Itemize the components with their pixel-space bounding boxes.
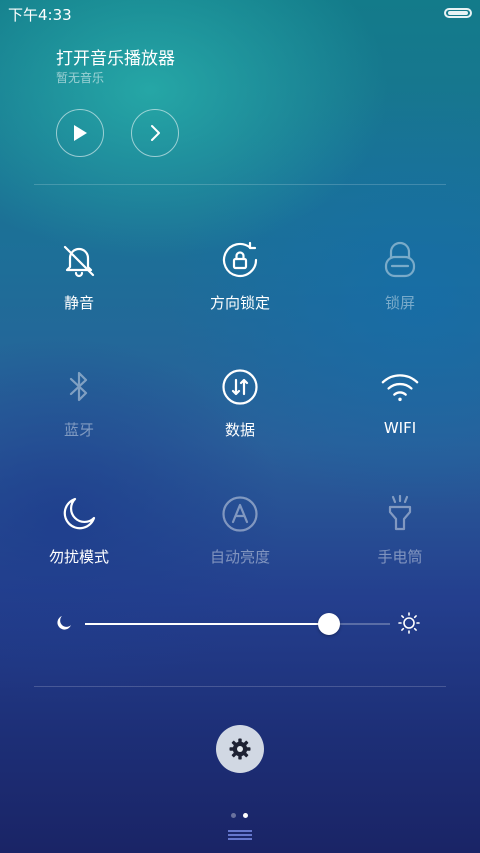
gear-icon	[229, 738, 251, 760]
drag-handle-icon[interactable]	[228, 830, 252, 840]
toggle-label: 方向锁定	[209, 294, 270, 312]
music-title[interactable]: 打开音乐播放器	[56, 44, 175, 69]
toggle-label: WIFI	[383, 419, 417, 437]
toggle-rotation-lock[interactable]: 方向锁定	[165, 240, 315, 330]
toggle-auto-brightness[interactable]: 自动亮度	[165, 494, 315, 584]
toggle-label: 锁屏	[384, 294, 415, 312]
toggle-flashlight[interactable]: 手电筒	[325, 494, 475, 584]
bell-off-icon	[59, 240, 99, 280]
toggle-label: 勿扰模式	[48, 548, 109, 566]
rotation-lock-icon	[220, 240, 260, 280]
play-icon	[74, 125, 87, 141]
status-bar: 下午4:33	[0, 0, 480, 26]
toggle-wifi[interactable]: WIFI	[325, 367, 475, 457]
toggle-label: 数据	[224, 421, 255, 439]
brightness-fill	[85, 623, 329, 625]
page-indicator	[231, 813, 251, 819]
auto-brightness-icon	[220, 494, 260, 534]
toggle-mobile-data[interactable]: 数据	[165, 367, 315, 457]
brightness-thumb[interactable]	[318, 613, 340, 635]
settings-button[interactable]	[216, 725, 264, 773]
page-dot-active	[243, 813, 248, 818]
toggle-label: 静音	[63, 294, 94, 312]
brightness-track[interactable]	[85, 613, 390, 635]
toggle-do-not-disturb[interactable]: 勿扰模式	[4, 494, 154, 584]
lock-icon	[380, 240, 420, 280]
flashlight-icon	[380, 494, 420, 534]
next-button[interactable]	[131, 109, 179, 157]
chevron-right-icon	[151, 125, 160, 141]
toggle-bluetooth[interactable]: 蓝牙	[4, 367, 154, 457]
moon-icon	[59, 494, 99, 534]
divider	[34, 686, 446, 687]
toggle-label: 蓝牙	[63, 421, 94, 439]
toggle-label: 手电筒	[377, 548, 423, 566]
wifi-icon	[380, 367, 420, 407]
toggle-label: 自动亮度	[209, 548, 270, 566]
toggle-lock-screen[interactable]: 锁屏	[325, 240, 475, 330]
play-button[interactable]	[56, 109, 104, 157]
brightness-slider[interactable]	[56, 608, 426, 640]
sun-icon	[398, 612, 420, 634]
page-dot	[231, 813, 236, 818]
status-time: 下午4:33	[8, 6, 72, 24]
moon-icon	[57, 616, 71, 630]
toggle-mute[interactable]: 静音	[4, 240, 154, 330]
data-arrows-icon	[220, 367, 260, 407]
divider	[34, 184, 446, 185]
music-subtitle: 暂无音乐	[56, 71, 105, 85]
bluetooth-icon	[59, 367, 99, 407]
battery-icon	[444, 8, 472, 18]
